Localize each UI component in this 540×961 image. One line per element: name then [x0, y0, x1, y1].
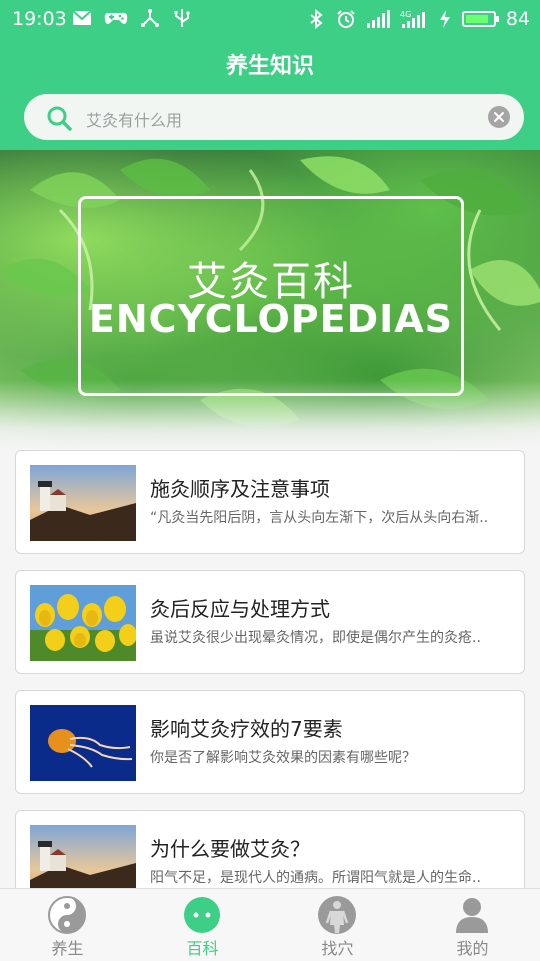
article-title: 为什么要做艾灸？	[150, 837, 310, 861]
article-thumbnail	[30, 585, 136, 661]
page-title: 养生知识	[225, 54, 314, 79]
article-thumbnail	[30, 705, 136, 781]
battery-icon	[461, 11, 499, 27]
article-desc: 你是否了解影响艾灸效果的因素有哪些呢？	[150, 750, 416, 766]
alarm-icon	[337, 10, 355, 28]
battery-percent: 84	[505, 8, 530, 30]
chat-bubble-icon	[184, 897, 220, 933]
gamepad-icon	[104, 13, 128, 24]
encyclopedia-banner[interactable]: 艾灸百科 ENCYCLOPEDIAS	[0, 150, 540, 450]
banner-frame: 艾灸百科 ENCYCLOPEDIAS	[78, 196, 464, 396]
nav-label: 我的	[456, 939, 489, 958]
nav-label: 百科	[186, 939, 219, 958]
search-input[interactable]: 艾灸有什么用	[86, 107, 182, 131]
status-bar: 19:03 4G 84	[0, 0, 540, 38]
search-icon	[47, 106, 72, 131]
mail-icon	[72, 10, 92, 25]
article-desc: 虽说艾灸很少出现晕灸情况，即使是偶尔产生的灸疮..	[150, 630, 481, 646]
banner-title-en: ENCYCLOPEDIAS	[88, 297, 454, 341]
nav-item-wode[interactable]: 我的	[405, 889, 540, 961]
share-icon	[141, 9, 159, 27]
usb-icon	[174, 9, 190, 27]
article-title: 施灸顺序及注意事项	[150, 477, 330, 501]
nav-label: 找穴	[321, 939, 354, 958]
article-desc: 阳气不足，是现代人的通病。所谓阳气就是人的生命..	[150, 870, 481, 886]
nav-item-zhaoxue[interactable]: 找穴	[270, 889, 405, 961]
article-title: 影响艾灸疗效的7要素	[150, 717, 343, 741]
nav-label: 养生	[51, 939, 84, 958]
app-header: 19:03 4G 84 养生知识 艾灸有什么用	[0, 0, 540, 150]
clear-icon[interactable]	[488, 106, 510, 128]
charging-icon	[439, 10, 450, 28]
4g-signal-icon: 4G	[400, 10, 425, 28]
nav-item-baike[interactable]: 百科	[135, 889, 270, 961]
yin-yang-icon	[48, 896, 86, 934]
body-figure-icon	[318, 896, 356, 934]
nav-item-yangsheng[interactable]: 养生	[0, 889, 135, 961]
article-thumbnail	[30, 465, 136, 541]
bluetooth-icon	[310, 9, 323, 29]
article-desc: “凡灸当先阳后阴，言从头向左渐下，次后从头向右渐..	[150, 510, 489, 526]
search-bar[interactable]: 艾灸有什么用	[24, 94, 524, 140]
signal-icon	[366, 10, 390, 28]
article-title: 灸后反应与处理方式	[150, 597, 330, 621]
article-card[interactable]: 灸后反应与处理方式 虽说艾灸很少出现晕灸情况，即使是偶尔产生的灸疮..	[15, 570, 525, 674]
article-card[interactable]: 影响艾灸疗效的7要素 你是否了解影响艾灸效果的因素有哪些呢？	[15, 690, 525, 794]
status-time: 19:03	[12, 8, 67, 30]
user-profile-icon	[456, 898, 488, 933]
svg-text:4G: 4G	[400, 10, 411, 19]
bottom-nav: 养生 百科 找穴 我的	[0, 888, 540, 961]
article-card[interactable]: 施灸顺序及注意事项 “凡灸当先阳后阴，言从头向左渐下，次后从头向右渐..	[15, 450, 525, 554]
